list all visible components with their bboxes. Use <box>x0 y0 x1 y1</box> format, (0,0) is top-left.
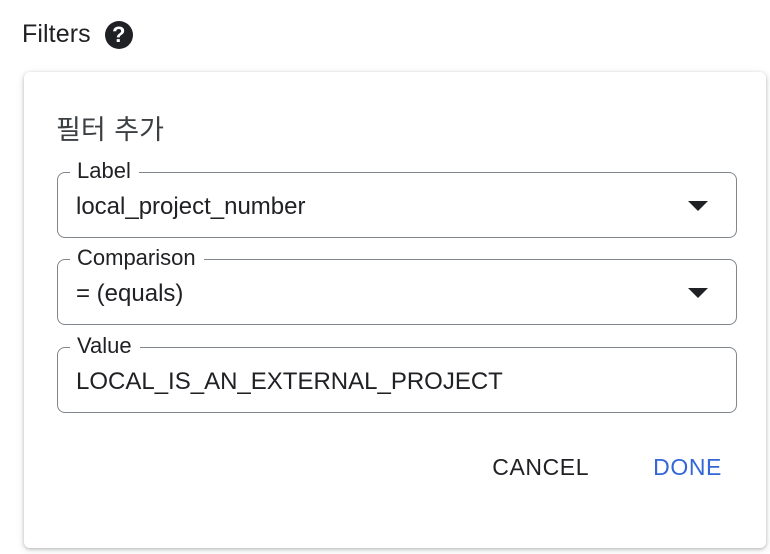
comparison-select-label: Comparison <box>70 245 204 271</box>
dialog-title: 필터 추가 <box>56 115 164 146</box>
add-filter-dialog: 필터 추가 Label local_project_number Compari… <box>24 72 766 548</box>
comparison-select-value: = (equals) <box>76 280 184 307</box>
label-select-value: local_project_number <box>76 193 306 220</box>
filters-header: Filters ? <box>22 20 133 49</box>
comparison-select[interactable]: Comparison = (equals) <box>57 245 737 325</box>
cancel-button[interactable]: CANCEL <box>492 454 589 481</box>
value-input[interactable]: Value LOCAL_IS_AN_EXTERNAL_PROJECT <box>57 333 737 413</box>
value-input-label: Value <box>70 333 140 359</box>
dialog-actions: CANCEL DONE <box>492 454 722 481</box>
filters-page: Filters ? 필터 추가 Label local_project_numb… <box>0 0 770 554</box>
done-button[interactable]: DONE <box>653 454 722 481</box>
label-select-label: Label <box>70 158 139 184</box>
arrow-drop-down-icon[interactable] <box>688 201 708 211</box>
filters-title: Filters <box>22 20 91 48</box>
value-input-text[interactable]: LOCAL_IS_AN_EXTERNAL_PROJECT <box>76 368 503 396</box>
help-icon[interactable]: ? <box>104 20 133 49</box>
arrow-drop-down-icon[interactable] <box>688 288 708 298</box>
label-select[interactable]: Label local_project_number <box>57 158 737 238</box>
